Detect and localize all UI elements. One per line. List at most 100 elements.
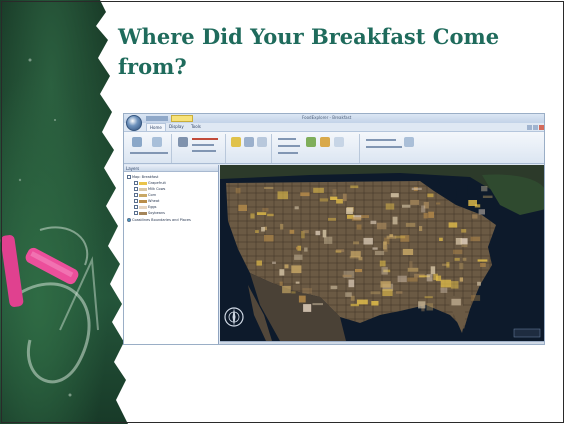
maximize-button[interactable] [533,125,538,130]
crop-patch [385,203,395,210]
add-layer-button[interactable] [320,137,330,147]
crop-patch [346,207,353,214]
crop-patch [470,236,481,242]
search-box[interactable] [171,115,193,122]
crop-patch [291,265,302,274]
layer-item[interactable]: Grapefruit [134,181,166,186]
app-orb-icon[interactable] [126,115,142,131]
crop-patch [261,227,265,232]
crop-patch [312,303,323,306]
crop-patch [423,212,428,219]
close-button[interactable] [539,125,544,130]
crop-patch [304,247,308,252]
basemap-button[interactable] [306,137,316,147]
tab-home[interactable]: Home [146,123,166,131]
crop-patch [450,281,459,289]
window-title: FoodExplorer - Breakfast [302,115,352,120]
crop-patch [448,222,458,228]
crop-patch [462,257,467,261]
crop-patch [264,186,274,189]
layer-item[interactable]: Soybeans [134,211,165,216]
identify-button[interactable] [231,137,241,147]
crop-patch [298,295,306,303]
map-logo [513,328,541,338]
crop-patch [478,209,485,215]
ribbon-group-file [126,134,172,163]
crop-patch [407,267,419,272]
crop-patch [392,216,398,225]
crop-patch [411,187,422,190]
add-data-button[interactable] [152,137,162,147]
crop-patch [480,263,486,267]
layers-panel-title: Layers [124,165,218,172]
attribute-table-button[interactable] [334,137,344,147]
crop-patch [409,261,413,268]
crop-patch [421,205,426,213]
crop-patch [395,235,406,239]
crop-patch [407,277,418,282]
crop-patch [370,220,377,225]
crop-patch [313,187,324,193]
crop-patch [455,238,462,245]
crop-patch [461,244,468,247]
pan-tool-button[interactable] [178,137,188,147]
layers-panel: Layers Map: Breakfast Grapefruit Milk Co… [124,165,219,344]
crop-patch [461,229,467,233]
share-button[interactable] [404,137,414,147]
crop-patch [272,261,276,264]
crop-patch [315,230,321,236]
minimize-button[interactable] [527,125,532,130]
crop-patch [279,281,283,286]
crop-patch [282,286,291,294]
crop-patch [255,230,259,233]
crop-patch [350,251,361,258]
select-button[interactable] [244,137,254,147]
crop-patch [235,188,241,194]
crop-patch [302,288,312,294]
layer-item[interactable]: Coastlines Boundaries and Places [127,218,191,223]
crop-patch [419,226,423,231]
crop-patch [295,281,300,284]
quick-access-toolbar[interactable] [146,116,168,121]
ribbon-group-layer [274,134,360,163]
crop-patch [474,204,481,208]
crop-patch [356,224,362,230]
layer-item[interactable]: Milk Cows [134,187,165,192]
crop-patch [238,204,247,211]
layer-item[interactable]: Map: Breakfast [127,175,158,180]
crop-patch [440,279,452,288]
map-view[interactable] [220,165,544,341]
crop-patch [363,237,373,245]
crop-patch [397,275,407,283]
crop-patch [330,285,338,290]
compass-icon [224,307,244,327]
crop-patch [390,193,399,198]
layer-item[interactable]: Wheat [134,199,159,204]
crop-patch [371,301,379,306]
layer-item[interactable]: Corn [134,193,156,198]
slide-title: Where Did Your Breakfast Come from? [118,24,500,79]
crop-patch [277,191,288,200]
crop-patch [402,204,411,208]
measure-button[interactable] [257,137,267,147]
crop-patch [372,247,378,250]
tab-display[interactable]: Display [166,123,187,131]
crop-patch [319,198,329,202]
crop-patch [477,259,488,262]
crop-patch [446,261,450,268]
crop-patch [482,195,493,198]
crop-patch [289,229,295,234]
ribbon [124,131,544,164]
crop-patch [418,301,426,309]
crop-patch [342,274,352,278]
tab-tools[interactable]: Tools [188,123,204,131]
crop-patch [472,214,478,219]
crop-patch [459,277,464,282]
crop-patch [395,291,403,294]
layer-item[interactable]: Eggs [134,205,156,210]
crop-patch [303,304,312,312]
crop-patch [267,213,274,217]
crop-patch [351,217,362,221]
new-map-button[interactable] [132,137,142,147]
crop-patch [471,295,481,301]
